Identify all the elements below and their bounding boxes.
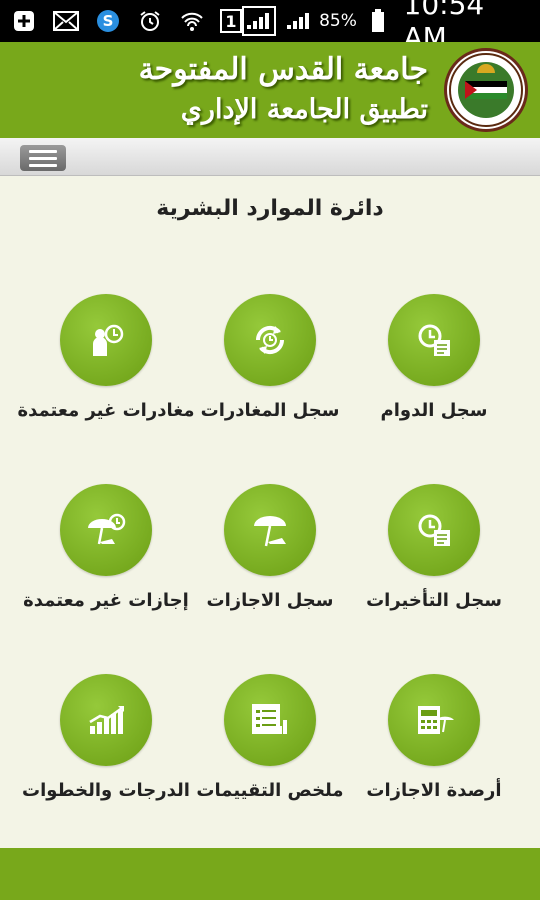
- notification-count-badge: 1: [220, 9, 242, 33]
- svg-text:S: S: [103, 12, 114, 30]
- skype-icon: S: [94, 8, 122, 34]
- university-name: جامعة القدس المفتوحة: [138, 52, 428, 87]
- tile-label: مغادرات غير معتمدة: [17, 400, 195, 421]
- tile-label: سجل الدوام: [380, 400, 488, 421]
- signal-strength-icon-2: [284, 8, 311, 34]
- section-title: دائرة الموارد البشرية: [156, 196, 384, 221]
- tile-label: أرصدة الاجازات: [366, 780, 502, 801]
- clock-refresh-icon: [224, 294, 316, 386]
- clock-document-icon: [388, 484, 480, 576]
- status-bar: S 1 85% 10:54 AM: [0, 0, 540, 54]
- tile-label: ملخص التقييمات: [196, 780, 344, 801]
- university-logo: [444, 48, 528, 132]
- tile-attendance-log[interactable]: سجل الدوام: [344, 294, 524, 421]
- bar-chart-up-icon: [60, 674, 152, 766]
- tile-label: سجل الاجازات: [206, 590, 334, 611]
- wifi-icon: [178, 8, 206, 34]
- alarm-clock-icon: [136, 8, 164, 34]
- person-clock-icon: [60, 294, 152, 386]
- tile-departures-log[interactable]: سجل المغادرات: [180, 294, 360, 421]
- tile-unapproved-leaves[interactable]: إجازات غير معتمدة: [16, 484, 196, 611]
- tile-evaluations-summary[interactable]: ملخص التقييمات: [180, 674, 360, 801]
- tile-leave-balances[interactable]: أرصدة الاجازات: [344, 674, 524, 801]
- beach-umbrella-icon: [224, 484, 316, 576]
- tile-label: سجل المغادرات: [200, 400, 340, 421]
- tile-label: الدرجات والخطوات: [22, 780, 190, 801]
- tile-unapproved-departures[interactable]: مغادرات غير معتمدة: [16, 294, 196, 421]
- beach-umbrella-clock-icon: [60, 484, 152, 576]
- app-header: جامعة القدس المفتوحة تطبيق الجامعة الإدا…: [0, 42, 540, 138]
- calculator-beach-icon: [388, 674, 480, 766]
- tile-label: سجل التأخيرات: [366, 590, 502, 611]
- tile-grades-and-steps[interactable]: الدرجات والخطوات: [16, 674, 196, 801]
- tile-delays-log[interactable]: سجل التأخيرات: [344, 484, 524, 611]
- hamburger-menu-icon[interactable]: [20, 145, 66, 171]
- signal-strength-icon: [242, 6, 277, 36]
- battery-percent: 85%: [319, 11, 357, 31]
- add-notification-icon: [10, 8, 38, 34]
- checklist-chart-icon: [224, 674, 316, 766]
- tile-leaves-log[interactable]: سجل الاجازات: [180, 484, 360, 611]
- battery-icon: [365, 8, 392, 34]
- footer-bar: [0, 848, 540, 900]
- app-subtitle: تطبيق الجامعة الإداري: [180, 94, 428, 125]
- mail-icon: [52, 8, 80, 34]
- clock-document-icon: [388, 294, 480, 386]
- tile-label: إجازات غير معتمدة: [23, 590, 189, 611]
- menu-bar: [0, 138, 540, 176]
